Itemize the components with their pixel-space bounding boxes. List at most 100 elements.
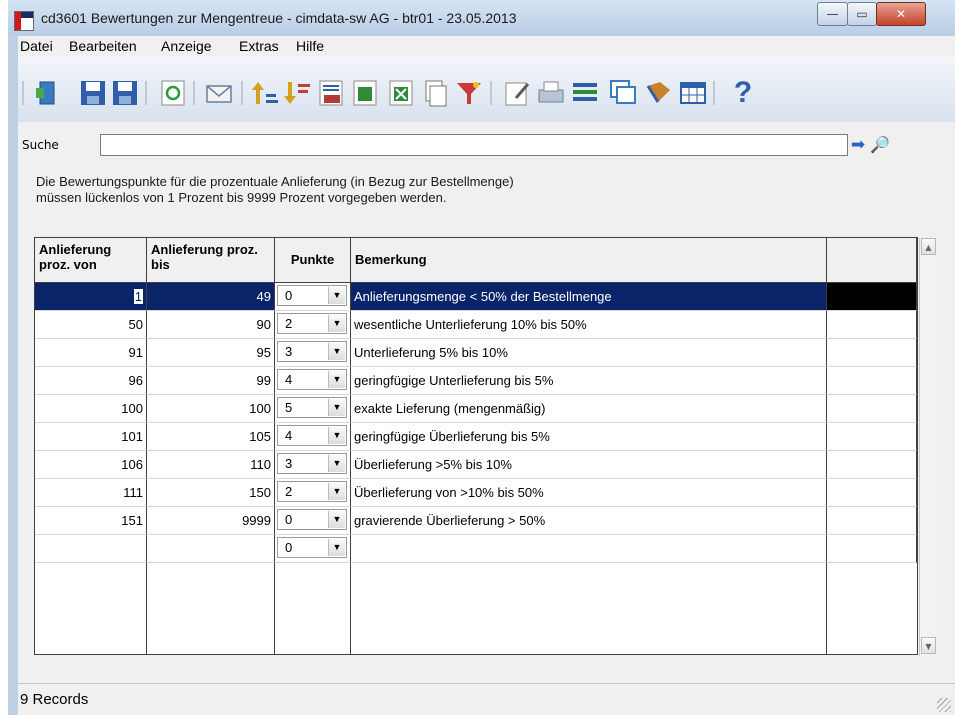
chevron-down-icon[interactable]: ▼ bbox=[328, 483, 345, 500]
punkte-dropdown[interactable]: 0 ▼ bbox=[277, 537, 347, 558]
cell-von[interactable]: 101 bbox=[35, 423, 147, 451]
search-input[interactable] bbox=[100, 134, 848, 156]
cell-von[interactable]: 106 bbox=[35, 451, 147, 479]
chevron-down-icon[interactable]: ▼ bbox=[328, 315, 345, 332]
cell-punkte[interactable]: 3 ▼ bbox=[275, 451, 351, 479]
table-row[interactable]: 151 9999 0 ▼ gravierende Überlieferung > 50% bbox=[35, 507, 917, 535]
punkte-dropdown[interactable]: 0 ▼ bbox=[277, 285, 347, 306]
close-button[interactable]: ✕ bbox=[876, 2, 926, 26]
cell-bemerkung[interactable]: geringfügige Überlieferung bis 5% bbox=[351, 423, 827, 451]
cell-punkte[interactable]: 0 ▼ bbox=[275, 535, 351, 563]
table-row[interactable]: 50 90 2 ▼ wesentliche Unterlieferung 10% bis… bbox=[35, 311, 917, 339]
cell-punkte[interactable]: 4 ▼ bbox=[275, 423, 351, 451]
punkte-dropdown[interactable]: 3 ▼ bbox=[277, 453, 347, 474]
chevron-down-icon[interactable]: ▼ bbox=[328, 539, 345, 556]
print-icon[interactable] bbox=[536, 78, 566, 108]
cell-punkte[interactable]: 2 ▼ bbox=[275, 479, 351, 507]
copy-document-icon[interactable] bbox=[420, 78, 450, 108]
table-row[interactable]: 106 110 3 ▼ Überlieferung >5% bis 10% bbox=[35, 451, 917, 479]
cell-bemerkung[interactable]: geringfügige Unterlieferung bis 5% bbox=[351, 367, 827, 395]
windows-icon[interactable] bbox=[608, 78, 638, 108]
cell-bemerkung[interactable]: exakte Lieferung (mengenmäßig) bbox=[351, 395, 827, 423]
cell-bis[interactable]: 9999 bbox=[147, 507, 275, 535]
column-header-punkte[interactable]: Punkte bbox=[275, 238, 351, 282]
cell-bemerkung[interactable]: Anlieferungsmenge < 50% der Bestellmenge bbox=[351, 283, 827, 311]
resize-grip-icon[interactable] bbox=[937, 698, 951, 712]
cell-punkte[interactable]: 0 ▼ bbox=[275, 507, 351, 535]
excel-icon[interactable] bbox=[386, 78, 416, 108]
cell-bemerkung[interactable] bbox=[351, 535, 827, 563]
sort-ascending-icon[interactable] bbox=[250, 78, 280, 108]
minimize-button[interactable]: — bbox=[817, 2, 848, 26]
chevron-down-icon[interactable]: ▼ bbox=[328, 343, 345, 360]
exit-door-icon[interactable] bbox=[32, 78, 62, 108]
edit-properties-icon[interactable] bbox=[502, 78, 532, 108]
cell-von[interactable]: 100 bbox=[35, 395, 147, 423]
arrow-right-icon[interactable]: ➡ bbox=[847, 134, 869, 156]
cell-bis[interactable]: 95 bbox=[147, 339, 275, 367]
filter-icon[interactable] bbox=[454, 78, 484, 108]
table-row[interactable]: 100 100 5 ▼ exakte Lieferung (mengenmäßig) bbox=[35, 395, 917, 423]
cell-bis[interactable]: 49 bbox=[147, 283, 275, 311]
cell-bemerkung[interactable]: Überlieferung >5% bis 10% bbox=[351, 451, 827, 479]
cell-bis[interactable]: 110 bbox=[147, 451, 275, 479]
column-header-bis[interactable]: Anlieferung proz. bis bbox=[147, 238, 275, 282]
cell-punkte[interactable]: 0 ▼ bbox=[275, 283, 351, 311]
punkte-dropdown[interactable]: 5 ▼ bbox=[277, 397, 347, 418]
chevron-down-icon[interactable]: ▼ bbox=[328, 399, 345, 416]
punkte-dropdown[interactable]: 2 ▼ bbox=[277, 313, 347, 334]
chevron-down-icon[interactable]: ▼ bbox=[328, 427, 345, 444]
cell-bis[interactable]: 105 bbox=[147, 423, 275, 451]
title-bar[interactable]: cd3601 Bewertungen zur Mengentreue - cim… bbox=[8, 0, 955, 36]
punkte-dropdown[interactable]: 3 ▼ bbox=[277, 341, 347, 362]
cell-von[interactable]: 96 bbox=[35, 367, 147, 395]
cell-bemerkung[interactable]: Überlieferung von >10% bis 50% bbox=[351, 479, 827, 507]
cell-von[interactable]: 1 bbox=[35, 283, 147, 311]
numbered-list-icon[interactable] bbox=[316, 78, 346, 108]
menu-bearbeiten[interactable]: Bearbeiten bbox=[69, 38, 137, 54]
menu-datei[interactable]: Datei bbox=[20, 38, 53, 54]
punkte-dropdown[interactable]: 2 ▼ bbox=[277, 481, 347, 502]
table-row[interactable]: 111 150 2 ▼ Überlieferung von >10% bis 50% bbox=[35, 479, 917, 507]
cell-bemerkung[interactable]: gravierende Überlieferung > 50% bbox=[351, 507, 827, 535]
punkte-dropdown[interactable]: 0 ▼ bbox=[277, 509, 347, 530]
cell-von[interactable]: 50 bbox=[35, 311, 147, 339]
mail-icon[interactable] bbox=[204, 78, 234, 108]
vertical-scrollbar[interactable]: ▲ ▼ bbox=[919, 238, 937, 656]
cell-bis[interactable]: 150 bbox=[147, 479, 275, 507]
cell-bemerkung[interactable]: Unterlieferung 5% bis 10% bbox=[351, 339, 827, 367]
export-icon[interactable] bbox=[350, 78, 380, 108]
table-row[interactable]: 1 49 0 ▼ Anlieferungsmenge < 50% der Bestell… bbox=[35, 283, 917, 311]
chevron-down-icon[interactable]: ▼ bbox=[328, 287, 345, 304]
search-icon[interactable]: 🔎 bbox=[869, 134, 891, 156]
table-row[interactable]: 91 95 3 ▼ Unterlieferung 5% bis 10% bbox=[35, 339, 917, 367]
table-row[interactable]: 101 105 4 ▼ geringfügige Überlieferung bis 5… bbox=[35, 423, 917, 451]
app-icon[interactable] bbox=[14, 11, 34, 31]
maximize-button[interactable]: ▭ bbox=[847, 2, 877, 26]
chevron-down-icon[interactable]: ▼ bbox=[328, 455, 345, 472]
cell-punkte[interactable]: 4 ▼ bbox=[275, 367, 351, 395]
punkte-dropdown[interactable]: 4 ▼ bbox=[277, 369, 347, 390]
chevron-down-icon[interactable]: ▼ bbox=[328, 511, 345, 528]
bookmark-icon[interactable] bbox=[644, 78, 674, 108]
cell-punkte[interactable]: 2 ▼ bbox=[275, 311, 351, 339]
cell-bis[interactable] bbox=[147, 535, 275, 563]
table-view-icon[interactable] bbox=[678, 78, 708, 108]
menu-hilfe[interactable]: Hilfe bbox=[296, 38, 324, 54]
punkte-dropdown[interactable]: 4 ▼ bbox=[277, 425, 347, 446]
refresh-icon[interactable] bbox=[158, 78, 188, 108]
cell-von[interactable]: 151 bbox=[35, 507, 147, 535]
column-header-von[interactable]: Anlieferung proz. von bbox=[35, 238, 147, 282]
cell-punkte[interactable]: 5 ▼ bbox=[275, 395, 351, 423]
list-icon[interactable] bbox=[570, 78, 600, 108]
cell-von[interactable]: 91 bbox=[35, 339, 147, 367]
table-row[interactable]: 0 ▼ bbox=[35, 535, 917, 563]
help-icon[interactable]: ? bbox=[728, 78, 758, 108]
menu-anzeige[interactable]: Anzeige bbox=[161, 38, 212, 54]
cell-bis[interactable]: 99 bbox=[147, 367, 275, 395]
table-row[interactable]: 96 99 4 ▼ geringfügige Unterlieferung bis 5% bbox=[35, 367, 917, 395]
save-icon[interactable] bbox=[78, 78, 108, 108]
sort-descending-icon[interactable] bbox=[282, 78, 312, 108]
scroll-down-icon[interactable]: ▼ bbox=[921, 637, 936, 654]
cell-bemerkung[interactable]: wesentliche Unterlieferung 10% bis 50% bbox=[351, 311, 827, 339]
